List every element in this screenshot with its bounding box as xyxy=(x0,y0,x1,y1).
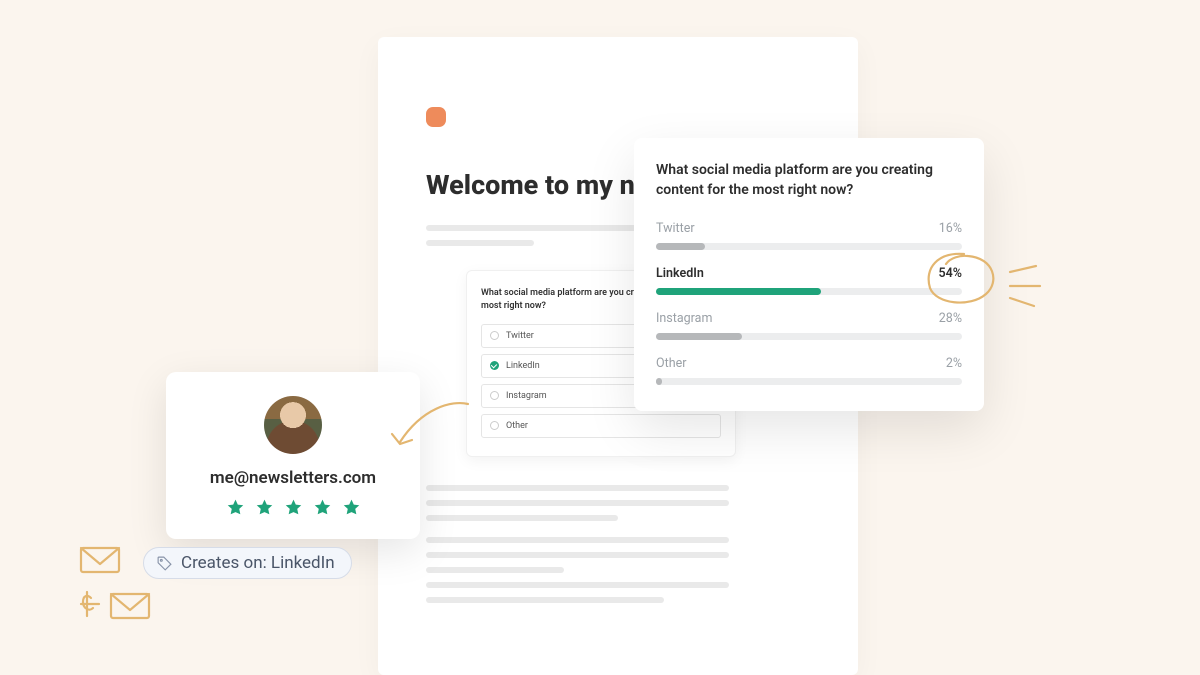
envelope-doodle-icon xyxy=(77,542,167,637)
result-row-twitter: Twitter 16% xyxy=(656,221,962,250)
subscriber-email: me@newsletters.com xyxy=(186,468,400,488)
tag-label: Creates on: LinkedIn xyxy=(181,553,335,573)
subscriber-tag[interactable]: Creates on: LinkedIn xyxy=(143,547,352,579)
radio-icon xyxy=(490,391,499,400)
highlight-circle-icon xyxy=(920,246,1002,310)
star-icon xyxy=(226,498,245,517)
star-icon xyxy=(342,498,361,517)
result-row-linkedin: LinkedIn 54% xyxy=(656,266,962,295)
result-label: Twitter xyxy=(656,221,695,236)
poll-option-label: LinkedIn xyxy=(506,361,540,371)
result-label: Instagram xyxy=(656,311,712,326)
burst-lines-icon xyxy=(1006,262,1054,310)
result-pct: 2% xyxy=(946,356,962,371)
result-pct: 16% xyxy=(939,221,962,236)
result-label: Other xyxy=(656,356,686,371)
poll-option-other[interactable]: Other xyxy=(481,414,721,438)
body-placeholder-lines xyxy=(426,485,810,603)
result-pct: 28% xyxy=(939,311,962,326)
results-question: What social media platform are you creat… xyxy=(656,160,962,201)
avatar xyxy=(264,396,322,454)
star-rating xyxy=(186,498,400,517)
star-icon xyxy=(284,498,303,517)
star-icon xyxy=(255,498,274,517)
brand-logo xyxy=(426,107,446,127)
poll-option-label: Other xyxy=(506,421,528,431)
poll-option-label: Instagram xyxy=(506,391,547,401)
radio-selected-icon xyxy=(490,361,499,370)
poll-option-label: Twitter xyxy=(506,331,534,341)
arrow-doodle-icon xyxy=(382,398,472,463)
radio-icon xyxy=(490,421,499,430)
result-label: LinkedIn xyxy=(656,266,704,281)
radio-icon xyxy=(490,331,499,340)
result-row-other: Other 2% xyxy=(656,356,962,385)
result-row-instagram: Instagram 28% xyxy=(656,311,962,340)
star-icon xyxy=(313,498,332,517)
